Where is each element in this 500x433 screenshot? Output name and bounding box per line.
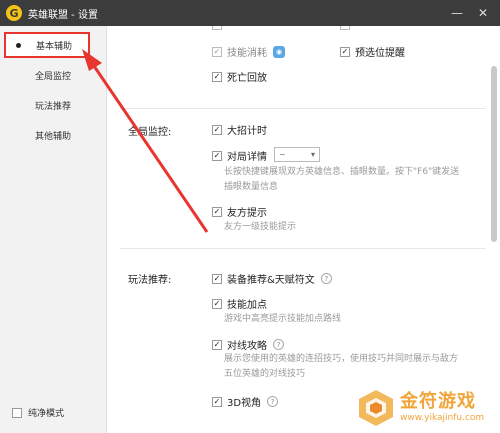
skill-cost-checkbox[interactable]: ✓	[212, 46, 222, 57]
play-recommend-section-label: 玩法推荐:	[128, 275, 172, 286]
view-3d-label: 3D视角	[227, 398, 262, 409]
hidden-top-row-2	[340, 26, 355, 30]
equip-rune-checkbox[interactable]: ✓	[212, 273, 222, 284]
preselect-remind-checkbox[interactable]: ✓	[340, 46, 350, 57]
minimize-button[interactable]: —	[444, 0, 470, 26]
view-3d-option[interactable]: ✓ 3D视角 ?	[212, 394, 279, 409]
sidebar-item-label: 其他辅助	[35, 131, 72, 142]
clean-mode-label: 纯净模式	[28, 409, 65, 419]
app-logo-icon: G	[6, 5, 22, 21]
settings-content: ✓ 技能消耗 ◉ ✓ 预选位提醒 ✓ 死亡回放 全局监控: ✓ 大招计时 ✓ 对…	[108, 26, 500, 433]
skill-points-checkbox[interactable]: ✓	[212, 298, 222, 309]
match-detail-key-select[interactable]: ~ ▾	[274, 147, 320, 162]
skill-points-option[interactable]: ✓ 技能加点	[212, 296, 267, 311]
sidebar-item-global-monitor[interactable]: 全局监控	[0, 62, 107, 88]
sidebar-item-label: 全局监控	[35, 71, 72, 82]
lane-guide-checkbox[interactable]: ✓	[212, 339, 222, 350]
window-title: 英雄联盟 - 设置	[28, 9, 98, 21]
skill-cost-label: 技能消耗	[227, 48, 267, 59]
checkbox	[212, 26, 222, 30]
ally-hint-description: 友方一级技能提示	[224, 222, 297, 232]
death-replay-checkbox[interactable]: ✓	[212, 71, 222, 82]
skill-points-description: 游戏中高亮提示技能加点路线	[224, 314, 342, 324]
sidebar-item-label: 玩法推荐	[35, 101, 72, 112]
view-3d-checkbox[interactable]: ✓	[212, 396, 222, 407]
skill-points-label: 技能加点	[227, 300, 267, 311]
vertical-scrollbar[interactable]	[491, 66, 497, 242]
sidebar-item-label: 基本辅助	[36, 41, 73, 52]
death-replay-label: 死亡回放	[227, 73, 267, 84]
info-badge-icon: ◉	[273, 45, 285, 58]
clean-mode-toggle[interactable]: 纯净模式	[12, 406, 64, 419]
ally-hint-checkbox[interactable]: ✓	[212, 206, 222, 217]
lane-guide-option[interactable]: ✓ 对线攻略 ?	[212, 337, 284, 352]
match-detail-description: 长按快捷键展现双方英雄信息、插眼数量。按下"F6"键发送插眼数量信息	[224, 167, 460, 192]
match-detail-checkbox[interactable]: ✓	[212, 150, 222, 161]
close-button[interactable]: ✕	[470, 0, 496, 26]
lane-guide-description: 展示您使用的英雄的连招技巧，使用技巧并同时展示与敌方五位英雄的对线技巧	[224, 354, 459, 379]
checkbox	[340, 26, 350, 30]
ult-timer-label: 大招计时	[227, 126, 267, 137]
equip-rune-label: 装备推荐&天赋符文	[227, 275, 315, 286]
ally-hint-label: 友方提示	[227, 208, 267, 219]
skill-cost-option[interactable]: ✓ 技能消耗 ◉	[212, 44, 285, 59]
title-bar: G 英雄联盟 - 设置 — ✕	[0, 0, 500, 26]
watermark: 金符游戏 www.yikajinfu.com	[356, 382, 500, 433]
equip-rune-option[interactable]: ✓ 装备推荐&天赋符文 ?	[212, 271, 332, 286]
ult-timer-option[interactable]: ✓ 大招计时	[212, 122, 267, 137]
select-value: ~	[279, 150, 286, 159]
sidebar-item-play-recommend[interactable]: 玩法推荐	[0, 92, 107, 118]
section-divider	[120, 248, 486, 249]
match-detail-option[interactable]: ✓ 对局详情	[212, 148, 267, 163]
preselect-remind-label: 预选位提醒	[355, 48, 405, 59]
preselect-remind-option[interactable]: ✓ 预选位提醒	[340, 44, 405, 59]
sidebar: 基本辅助 全局监控 玩法推荐 其他辅助 纯净模式	[0, 26, 107, 433]
chevron-down-icon: ▾	[310, 150, 315, 159]
hidden-top-row	[212, 26, 227, 30]
section-divider	[120, 108, 486, 109]
match-detail-label: 对局详情	[227, 152, 267, 163]
death-replay-option[interactable]: ✓ 死亡回放	[212, 69, 267, 84]
sidebar-item-basic-assist[interactable]: 基本辅助	[4, 32, 90, 58]
global-monitor-section-label: 全局监控:	[128, 127, 172, 138]
help-icon[interactable]: ?	[273, 339, 284, 350]
ult-timer-checkbox[interactable]: ✓	[212, 124, 222, 135]
clean-mode-checkbox[interactable]	[12, 407, 22, 418]
help-icon[interactable]: ?	[320, 273, 332, 284]
active-dot-icon	[16, 43, 21, 48]
sidebar-item-other-assist[interactable]: 其他辅助	[0, 122, 107, 148]
watermark-name: 金符游戏	[400, 391, 476, 412]
lane-guide-label: 对线攻略	[227, 341, 267, 352]
watermark-url: www.yikajinfu.com	[400, 413, 485, 423]
watermark-logo-icon	[359, 389, 393, 426]
ally-hint-option[interactable]: ✓ 友方提示	[212, 204, 267, 219]
help-icon[interactable]: ?	[267, 396, 279, 407]
